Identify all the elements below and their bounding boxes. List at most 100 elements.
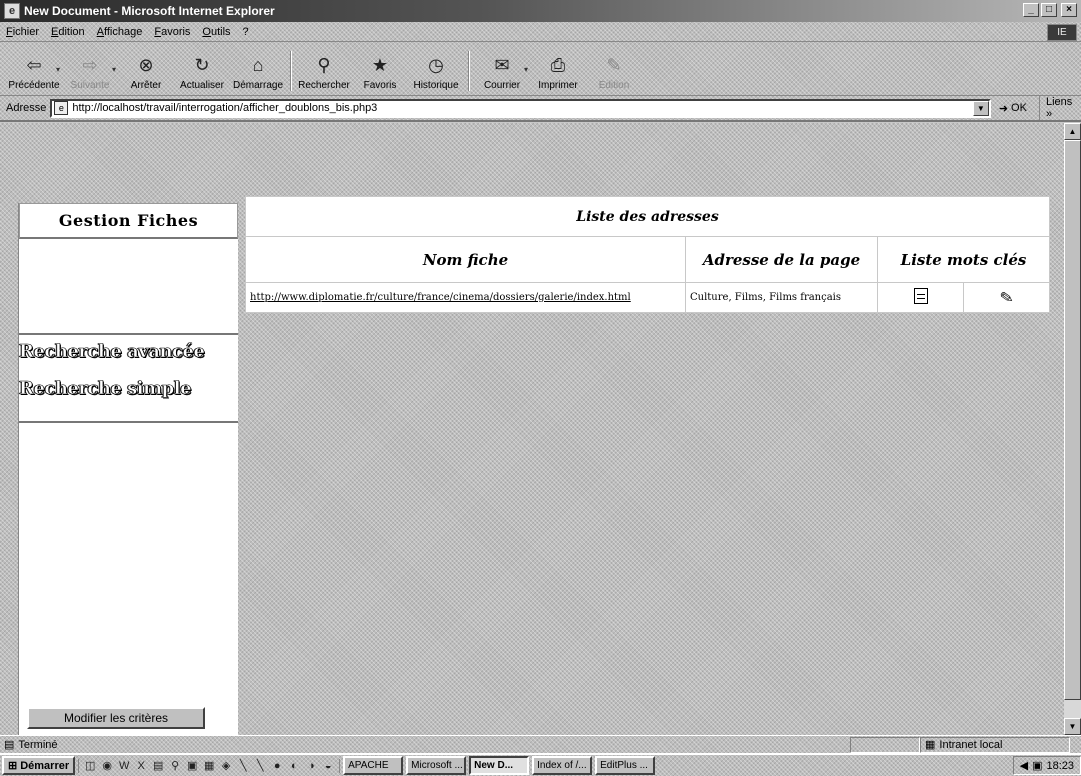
status-bar: ▤ Terminé ▦ Intranet local bbox=[0, 735, 1081, 753]
print-button[interactable]: ⎙ Imprimer bbox=[530, 53, 586, 92]
refresh-button[interactable]: ↻ Actualiser bbox=[174, 53, 230, 92]
search-label: Rechercher bbox=[298, 80, 350, 91]
quick-launch-icon[interactable]: ◫ bbox=[83, 759, 97, 773]
edit-label: Edition bbox=[598, 80, 630, 91]
quick-launch-bar: ◫ ◉ W X ▤ ⚲ ▣ ▦ ◈ ╲ ╲ ● ◐ ◑ ◒ bbox=[78, 758, 341, 773]
status-empty-pane bbox=[850, 736, 920, 753]
quick-launch-icon[interactable]: X bbox=[134, 759, 148, 773]
go-arrow-icon: ➜ bbox=[998, 102, 1009, 115]
row-url-cell: http://www.diplomatie.fr/culture/france/… bbox=[245, 282, 686, 313]
address-table: Liste des adresses Nom fiche Adresse de … bbox=[245, 196, 1050, 313]
start-button[interactable]: ⊞ Démarrer bbox=[2, 756, 76, 775]
advanced-search-link[interactable]: Recherche avancée bbox=[19, 341, 238, 363]
table-row: http://www.diplomatie.fr/culture/france/… bbox=[245, 282, 1050, 313]
task-label: EditPlus ... bbox=[600, 760, 648, 771]
address-url[interactable]: http://localhost/travail/interrogation/a… bbox=[72, 102, 377, 114]
task-microsoft[interactable]: Microsoft ... bbox=[406, 756, 467, 775]
record-url-link[interactable]: http://www.diplomatie.fr/culture/france/… bbox=[250, 292, 631, 303]
favorites-button[interactable]: ★ Favoris bbox=[352, 53, 408, 92]
search-button[interactable]: ⚲ Rechercher bbox=[296, 53, 352, 92]
forward-dropdown-icon[interactable]: ▾ bbox=[112, 65, 116, 74]
quick-launch-icon[interactable]: ◉ bbox=[100, 759, 114, 773]
page-content: Gestion Fiches Recherche avancée Recherc… bbox=[0, 123, 1064, 735]
menu-edition[interactable]: Edition bbox=[51, 26, 85, 38]
table-caption: Liste des adresses bbox=[245, 196, 1050, 237]
edit-pencil-icon[interactable]: ✎ bbox=[998, 287, 1015, 308]
modify-criteria-button[interactable]: Modifier les critères bbox=[27, 707, 205, 729]
close-button[interactable]: × bbox=[1061, 3, 1077, 17]
header-mots-cles: Liste mots clés bbox=[877, 236, 1050, 283]
minimize-button[interactable]: _ bbox=[1023, 3, 1039, 17]
address-input[interactable]: e http://localhost/travail/interrogation… bbox=[50, 98, 991, 118]
history-label: Historique bbox=[413, 80, 459, 91]
quick-launch-icon[interactable]: ● bbox=[270, 759, 284, 773]
edit-button[interactable]: ✎ Edition bbox=[586, 53, 642, 92]
home-button[interactable]: ⌂ Démarrage bbox=[230, 53, 286, 92]
scroll-down-icon[interactable]: ▼ bbox=[1064, 718, 1081, 735]
menu-help[interactable]: ? bbox=[243, 26, 249, 38]
address-bar: Adresse e http://localhost/travail/inter… bbox=[0, 96, 1081, 122]
row-view-cell bbox=[877, 282, 964, 313]
header-nom-fiche: Nom fiche bbox=[245, 236, 686, 283]
stop-label: Arrêter bbox=[130, 80, 162, 91]
window-title: New Document - Microsoft Internet Explor… bbox=[24, 4, 275, 18]
menu-outils[interactable]: Outils bbox=[202, 26, 230, 38]
panel-spacer bbox=[19, 239, 238, 335]
quick-launch-icon[interactable]: ⚲ bbox=[168, 759, 182, 773]
quick-launch-icon[interactable]: W bbox=[117, 759, 131, 773]
history-button[interactable]: ◷ Historique bbox=[408, 53, 464, 92]
scroll-up-icon[interactable]: ▲ bbox=[1064, 123, 1081, 140]
volume-icon[interactable]: ◀ bbox=[1020, 759, 1028, 772]
window-controls: _ □ × bbox=[1023, 3, 1077, 17]
task-editplus[interactable]: EditPlus ... bbox=[595, 756, 656, 775]
quick-launch-icon[interactable]: ◐ bbox=[287, 759, 301, 773]
task-label: Index of /... bbox=[537, 760, 587, 771]
quick-launch-icon[interactable]: ◈ bbox=[219, 759, 233, 773]
links-button[interactable]: Liens » bbox=[1038, 96, 1081, 120]
quick-launch-icon[interactable]: ╲ bbox=[253, 759, 267, 773]
ie-app-icon[interactable]: e bbox=[4, 3, 20, 19]
scroll-thumb[interactable] bbox=[1064, 140, 1081, 700]
go-label: OK bbox=[1011, 102, 1027, 114]
task-apache[interactable]: APACHE bbox=[343, 756, 404, 775]
status-pane: ▤ Terminé bbox=[0, 738, 850, 752]
mail-dropdown-icon[interactable]: ▾ bbox=[524, 65, 528, 74]
intranet-icon: ▦ bbox=[925, 739, 936, 751]
task-label: New D... bbox=[474, 760, 514, 771]
network-icon[interactable]: ▣ bbox=[1032, 759, 1042, 772]
quick-launch-icon[interactable]: ◒ bbox=[321, 759, 335, 773]
vertical-scrollbar[interactable]: ▲ ▼ bbox=[1064, 123, 1081, 735]
task-index-of[interactable]: Index of /... bbox=[532, 756, 593, 775]
menu-favoris[interactable]: Favoris bbox=[154, 26, 190, 38]
task-new-document[interactable]: New D... bbox=[469, 756, 530, 775]
quick-launch-icon[interactable]: ╲ bbox=[236, 759, 250, 773]
quick-launch-icon[interactable]: ▦ bbox=[202, 759, 216, 773]
title-bar[interactable]: e New Document - Microsoft Internet Expl… bbox=[0, 0, 1081, 22]
forward-button[interactable]: ⇨ Suivante ▾ bbox=[62, 53, 118, 92]
mail-button[interactable]: ✉ Courrier ▾ bbox=[474, 53, 530, 92]
status-page-icon: ▤ bbox=[4, 739, 15, 751]
back-dropdown-icon[interactable]: ▾ bbox=[56, 65, 60, 74]
address-dropdown-icon[interactable]: ▼ bbox=[972, 100, 989, 116]
clock: 18:23 bbox=[1046, 759, 1074, 772]
stop-icon: ⊗ bbox=[138, 54, 154, 75]
go-button[interactable]: ➜ OK bbox=[999, 102, 1027, 115]
edit-icon: ✎ bbox=[606, 54, 622, 75]
favorites-icon: ★ bbox=[371, 54, 389, 75]
simple-search-link[interactable]: Recherche simple bbox=[19, 378, 238, 400]
menu-fichier[interactable]: Fichier bbox=[6, 26, 39, 38]
mail-label: Courrier bbox=[483, 80, 521, 91]
quick-launch-icon[interactable]: ▤ bbox=[151, 759, 165, 773]
menu-affichage[interactable]: Affichage bbox=[97, 26, 143, 38]
taskbar: ⊞ Démarrer ◫ ◉ W X ▤ ⚲ ▣ ▦ ◈ ╲ ╲ ● ◐ ◑ ◒ APACHE Micros… bbox=[0, 753, 1081, 776]
back-label: Précédente bbox=[8, 80, 60, 91]
search-links: Recherche avancée Recherche simple bbox=[19, 341, 238, 423]
quick-launch-icon[interactable]: ▣ bbox=[185, 759, 199, 773]
quick-launch-icon[interactable]: ◑ bbox=[304, 759, 318, 773]
row-edit-cell: ✎ bbox=[963, 282, 1050, 313]
maximize-button[interactable]: □ bbox=[1041, 3, 1057, 17]
history-icon: ◷ bbox=[428, 54, 444, 75]
back-button[interactable]: ⇦ Précédente ▾ bbox=[6, 53, 62, 92]
view-document-icon[interactable] bbox=[913, 288, 928, 304]
stop-button[interactable]: ⊗ Arrêter bbox=[118, 53, 174, 92]
